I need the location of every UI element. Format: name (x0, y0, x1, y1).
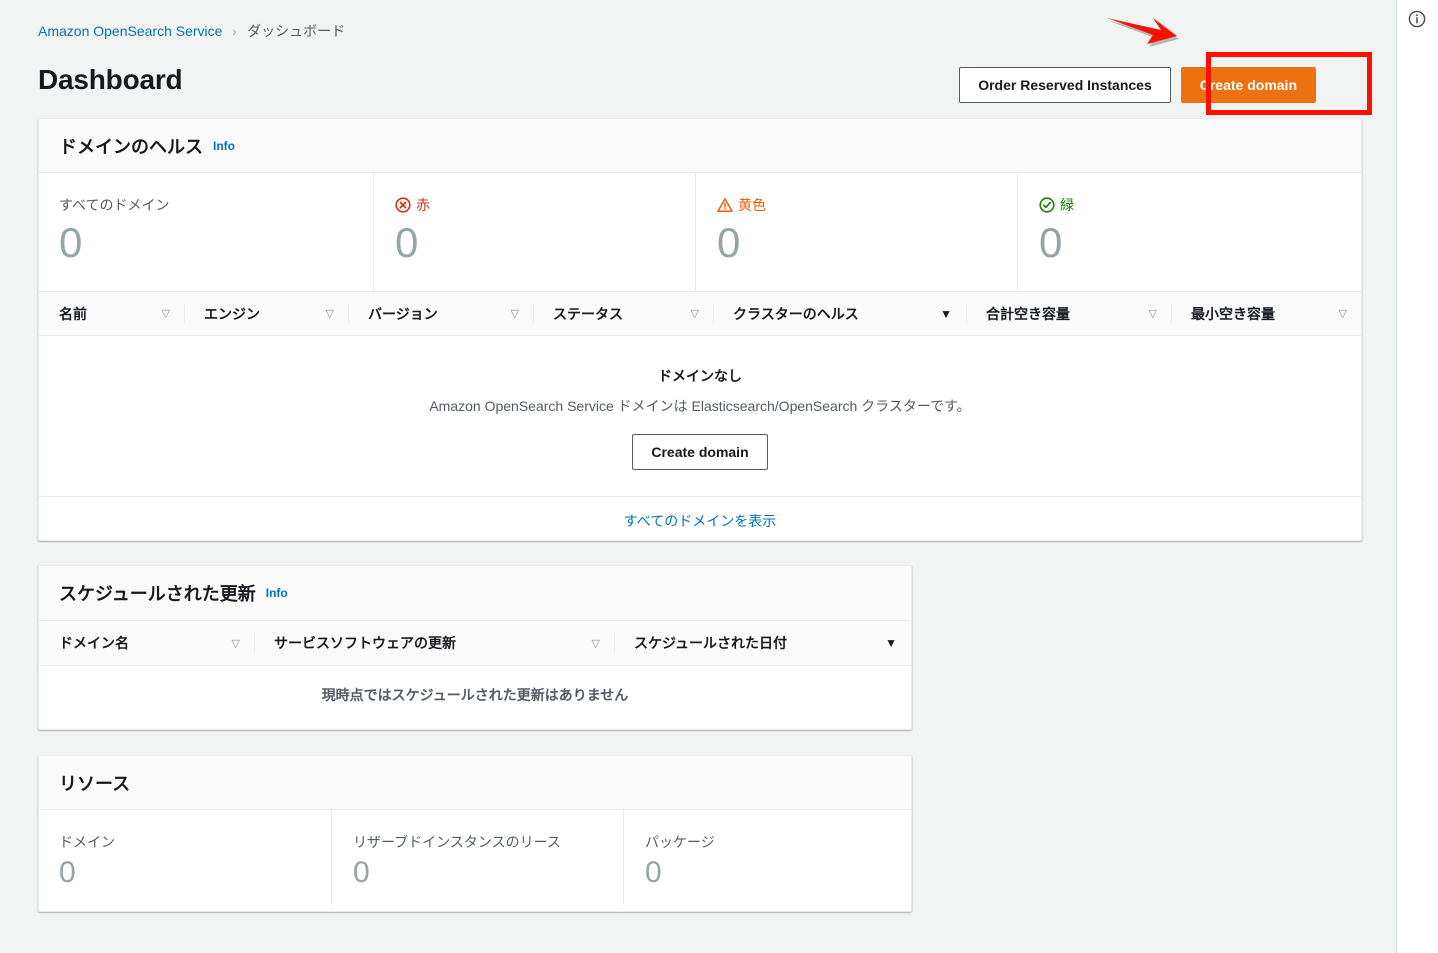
metric-yellow-label: 黄色 (738, 197, 766, 213)
metric-red-value: 0 (395, 219, 419, 266)
column-header-total-free-space[interactable]: 合計空き容量 ▽ (966, 292, 1171, 335)
column-header-service-software-update-label: サービスソフトウェアの更新 (274, 635, 456, 651)
column-header-service-software-update[interactable]: サービスソフトウェアの更新 ▽ (254, 621, 614, 665)
column-header-version-label: バージョン (368, 305, 438, 322)
sort-icon-status: ▽ (690, 308, 699, 320)
resource-metric-domains: ドメイン 0 (39, 810, 331, 913)
resources-metrics: ドメイン 0 リザーブドインスタンスのリース 0 パッケージ 0 (39, 810, 911, 913)
resource-metric-reserved-instance-leases-label: リザーブドインスタンスのリース (353, 834, 561, 850)
error-circle-icon (395, 197, 411, 213)
resource-metric-domains-value: 0 (59, 856, 76, 889)
scheduled-updates-card-header: スケジュールされた更新 Info (39, 566, 911, 621)
sort-icon-version: ▽ (510, 308, 519, 320)
empty-state-title: ドメインなし (658, 368, 742, 384)
sort-icon-engine: ▽ (325, 308, 334, 320)
sort-icon-domain-name: ▽ (231, 637, 240, 650)
annotation-arrow-icon (1107, 18, 1179, 47)
empty-state-action: Create domain (39, 434, 1361, 470)
breadcrumb-separator-icon: › (232, 23, 237, 39)
column-header-total-free-space-label: 合計空き容量 (986, 305, 1070, 322)
metric-red-label-wrap: 赤 (395, 195, 695, 215)
page-title: Dashboard (38, 64, 183, 95)
column-header-cluster-health[interactable]: クラスターのヘルス ▼ (713, 292, 966, 335)
scheduled-updates-table-header: ドメイン名 ▽ サービスソフトウェアの更新 ▽ スケジュールされた日付 ▼ (39, 621, 911, 666)
column-header-status[interactable]: ステータス ▽ (533, 292, 713, 335)
create-domain-button[interactable]: Create domain (1180, 67, 1316, 103)
column-header-scheduled-date-label: スケジュールされた日付 (634, 635, 788, 651)
column-header-cluster-health-label: クラスターのヘルス (733, 305, 859, 322)
domains-table-header: 名前 ▽ エンジン ▽ バージョン ▽ ステータス ▽ クラスターのヘルス ▼ … (39, 291, 1361, 336)
domain-health-info-link[interactable]: Info (213, 139, 235, 153)
column-header-version[interactable]: バージョン ▽ (348, 292, 533, 335)
metric-green: 緑 0 (1017, 173, 1361, 291)
resource-metric-packages: パッケージ 0 (623, 810, 911, 913)
sort-icon-service-software-update: ▽ (591, 637, 600, 650)
resource-metric-reserved-instance-leases-value: 0 (353, 856, 370, 889)
sort-icon-min-free-space: ▽ (1338, 308, 1347, 320)
view-all-domains-link[interactable]: すべてのドメインを表示 (624, 511, 776, 531)
sort-icon-name: ▽ (161, 308, 170, 320)
resource-metric-packages-value: 0 (645, 856, 662, 889)
column-header-name[interactable]: 名前 ▽ (39, 292, 184, 335)
breadcrumb-link-service[interactable]: Amazon OpenSearch Service (38, 22, 222, 40)
header-actions: Order Reserved Instances Create domain (959, 67, 1316, 103)
resource-metric-reserved-instance-leases: リザーブドインスタンスのリース 0 (331, 810, 623, 913)
order-reserved-instances-button[interactable]: Order Reserved Instances (959, 67, 1171, 103)
empty-state-description: Amazon OpenSearch Service ドメインは Elastics… (429, 398, 971, 414)
sort-icon-cluster-health: ▼ (940, 306, 952, 321)
resource-metric-domains-label: ドメイン (59, 834, 115, 850)
right-side-panel (1396, 0, 1438, 953)
info-circle-icon[interactable] (1408, 10, 1426, 28)
breadcrumb-current: ダッシュボード (247, 23, 346, 39)
domain-health-card: ドメインのヘルス Info すべてのドメイン 0 赤 0 黄色 0 緑 0 名前… (38, 118, 1362, 541)
column-header-name-label: 名前 (59, 305, 87, 322)
column-header-status-label: ステータス (553, 305, 623, 322)
metric-all-domains: すべてのドメイン 0 (39, 173, 373, 291)
domain-health-title: ドメインのヘルス (59, 136, 203, 157)
metric-all-domains-label: すべてのドメイン (59, 197, 170, 213)
metric-green-label-wrap: 緑 (1039, 195, 1361, 215)
warning-triangle-icon (717, 198, 733, 212)
metric-yellow: 黄色 0 (695, 173, 1017, 291)
metric-yellow-value: 0 (717, 219, 741, 266)
metric-yellow-label-wrap: 黄色 (717, 195, 1017, 215)
resources-card-header: リソース (39, 756, 911, 810)
scheduled-updates-title: スケジュールされた更新 (59, 584, 256, 604)
metric-red: 赤 0 (373, 173, 695, 291)
column-header-min-free-space-label: 最小空き容量 (1191, 305, 1275, 322)
breadcrumb: Amazon OpenSearch Service › ダッシュボード (38, 22, 345, 40)
resources-title: リソース (59, 773, 131, 794)
metric-all-domains-value: 0 (59, 219, 83, 266)
scheduled-updates-card: スケジュールされた更新 Info ドメイン名 ▽ サービスソフトウェアの更新 ▽… (38, 565, 912, 730)
metric-green-value: 0 (1039, 219, 1063, 266)
domains-table-empty-state: ドメインなし Amazon OpenSearch Service ドメインは E… (39, 336, 1361, 496)
empty-state-create-domain-button[interactable]: Create domain (632, 434, 768, 470)
scheduled-updates-empty-message: 現時点ではスケジュールされた更新はありません (321, 687, 629, 703)
column-header-domain-name-label: ドメイン名 (59, 635, 129, 651)
check-circle-icon (1039, 197, 1055, 213)
scheduled-updates-info-link[interactable]: Info (266, 586, 288, 600)
domain-health-card-header: ドメインのヘルス Info (39, 119, 1361, 173)
column-header-domain-name[interactable]: ドメイン名 ▽ (39, 621, 254, 665)
metric-green-label: 緑 (1060, 197, 1074, 213)
page-root: Amazon OpenSearch Service › ダッシュボード Dash… (0, 0, 1396, 953)
domain-health-card-footer: すべてのドメインを表示 (39, 496, 1361, 544)
sort-icon-scheduled-date: ▼ (885, 636, 897, 650)
resources-card: リソース ドメイン 0 リザーブドインスタンスのリース 0 パッケージ 0 (38, 755, 912, 912)
sort-icon-total-free-space: ▽ (1148, 308, 1157, 320)
column-header-min-free-space[interactable]: 最小空き容量 ▽ (1171, 292, 1361, 335)
domain-health-metrics: すべてのドメイン 0 赤 0 黄色 0 緑 0 (39, 173, 1361, 291)
metric-red-label: 赤 (416, 197, 430, 213)
column-header-engine-label: エンジン (204, 305, 260, 322)
column-header-scheduled-date[interactable]: スケジュールされた日付 ▼ (614, 621, 911, 665)
resource-metric-packages-label: パッケージ (645, 834, 715, 850)
column-header-engine[interactable]: エンジン ▽ (184, 292, 348, 335)
